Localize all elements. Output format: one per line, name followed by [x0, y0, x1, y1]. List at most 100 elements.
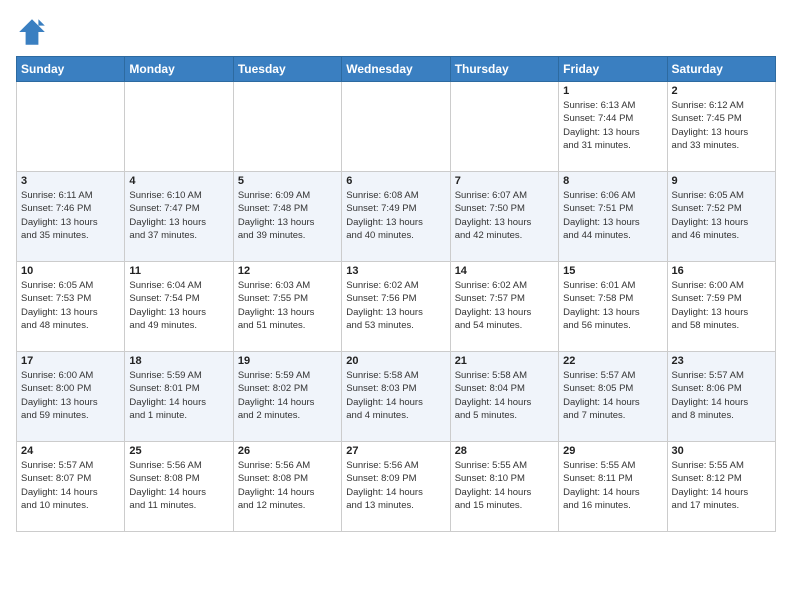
calendar-cell: 5 Sunrise: 6:09 AMSunset: 7:48 PMDaylight… [233, 172, 341, 262]
calendar-cell [233, 82, 341, 172]
calendar-cell: 14Sunrise: 6:02 AMSunset: 7:57 PMDayligh… [450, 262, 558, 352]
calendar-header-row: SundayMondayTuesdayWednesdayThursdayFrid… [17, 57, 776, 82]
calendar-cell: 24 Sunrise: 5:57 AMSunset: 8:07 PMDayligh… [17, 442, 125, 532]
day-number: 23 [672, 355, 771, 367]
header-tuesday: Tuesday [233, 57, 341, 82]
day-info: Sunrise: 5:58 AMSunset: 8:03 PMDaylight:… [346, 369, 445, 422]
day-number: 1 [563, 85, 662, 97]
header-monday: Monday [125, 57, 233, 82]
day-info: Sunrise: 5:58 AMSunset: 8:04 PMDaylight:… [455, 369, 554, 422]
day-number: 24 [21, 445, 120, 457]
calendar-cell: 4 Sunrise: 6:10 AMSunset: 7:47 PMDaylight… [125, 172, 233, 262]
day-info: Sunrise: 5:57 AMSunset: 8:07 PMDaylight:… [21, 459, 120, 512]
day-number: 26 [238, 445, 337, 457]
day-number: 3 [21, 175, 120, 187]
header-sunday: Sunday [17, 57, 125, 82]
calendar-cell: 17 Sunrise: 6:00 AMSunset: 8:00 PMDayligh… [17, 352, 125, 442]
calendar-cell: 2 Sunrise: 6:12 AMSunset: 7:45 PMDaylight… [667, 82, 775, 172]
day-number: 9 [672, 175, 771, 187]
day-number: 20 [346, 355, 445, 367]
day-info: Sunrise: 6:12 AMSunset: 7:45 PMDaylight:… [672, 99, 771, 152]
calendar-week-row: 10 Sunrise: 6:05 AMSunset: 7:53 PMDayligh… [17, 262, 776, 352]
day-info: Sunrise: 6:01 AMSunset: 7:58 PMDaylight:… [563, 279, 662, 332]
day-info: Sunrise: 6:06 AMSunset: 7:51 PMDaylight:… [563, 189, 662, 242]
day-info: Sunrise: 5:56 AMSunset: 8:08 PMDaylight:… [129, 459, 228, 512]
calendar-cell: 7Sunrise: 6:07 AMSunset: 7:50 PMDaylight… [450, 172, 558, 262]
calendar-cell: 16 Sunrise: 6:00 AMSunset: 7:59 PMDayligh… [667, 262, 775, 352]
day-number: 10 [21, 265, 120, 277]
day-info: Sunrise: 6:05 AMSunset: 7:52 PMDaylight:… [672, 189, 771, 242]
calendar-cell: 19 Sunrise: 5:59 AMSunset: 8:02 PMDayligh… [233, 352, 341, 442]
day-info: Sunrise: 6:09 AMSunset: 7:48 PMDaylight:… [238, 189, 337, 242]
calendar-cell: 6Sunrise: 6:08 AMSunset: 7:49 PMDaylight… [342, 172, 450, 262]
day-number: 27 [346, 445, 445, 457]
day-info: Sunrise: 5:57 AMSunset: 8:05 PMDaylight:… [563, 369, 662, 422]
day-number: 28 [455, 445, 554, 457]
calendar-cell: 22 Sunrise: 5:57 AMSunset: 8:05 PMDayligh… [559, 352, 667, 442]
calendar-cell: 30 Sunrise: 5:55 AMSunset: 8:12 PMDayligh… [667, 442, 775, 532]
day-number: 22 [563, 355, 662, 367]
logo-icon [16, 16, 48, 48]
calendar-cell [17, 82, 125, 172]
day-number: 29 [563, 445, 662, 457]
day-info: Sunrise: 6:13 AMSunset: 7:44 PMDaylight:… [563, 99, 662, 152]
logo [16, 16, 52, 48]
day-info: Sunrise: 6:00 AMSunset: 8:00 PMDaylight:… [21, 369, 120, 422]
calendar-cell: 12 Sunrise: 6:03 AMSunset: 7:55 PMDayligh… [233, 262, 341, 352]
calendar-cell [450, 82, 558, 172]
day-info: Sunrise: 6:04 AMSunset: 7:54 PMDaylight:… [129, 279, 228, 332]
day-number: 4 [129, 175, 228, 187]
day-info: Sunrise: 5:55 AMSunset: 8:10 PMDaylight:… [455, 459, 554, 512]
calendar-cell: 27 Sunrise: 5:56 AMSunset: 8:09 PMDayligh… [342, 442, 450, 532]
calendar-cell: 15 Sunrise: 6:01 AMSunset: 7:58 PMDayligh… [559, 262, 667, 352]
calendar-cell [342, 82, 450, 172]
day-number: 5 [238, 175, 337, 187]
calendar-table: SundayMondayTuesdayWednesdayThursdayFrid… [16, 56, 776, 532]
calendar-cell: 3 Sunrise: 6:11 AMSunset: 7:46 PMDaylight… [17, 172, 125, 262]
calendar-cell: 11 Sunrise: 6:04 AMSunset: 7:54 PMDayligh… [125, 262, 233, 352]
day-info: Sunrise: 5:56 AMSunset: 8:08 PMDaylight:… [238, 459, 337, 512]
header-friday: Friday [559, 57, 667, 82]
calendar-cell: 29 Sunrise: 5:55 AMSunset: 8:11 PMDayligh… [559, 442, 667, 532]
day-number: 11 [129, 265, 228, 277]
calendar-cell: 20 Sunrise: 5:58 AMSunset: 8:03 PMDayligh… [342, 352, 450, 442]
day-info: Sunrise: 5:59 AMSunset: 8:01 PMDaylight:… [129, 369, 228, 422]
calendar-cell: 21 Sunrise: 5:58 AMSunset: 8:04 PMDayligh… [450, 352, 558, 442]
day-info: Sunrise: 5:59 AMSunset: 8:02 PMDaylight:… [238, 369, 337, 422]
header-wednesday: Wednesday [342, 57, 450, 82]
calendar-cell [125, 82, 233, 172]
day-info: Sunrise: 6:11 AMSunset: 7:46 PMDaylight:… [21, 189, 120, 242]
calendar-week-row: 1 Sunrise: 6:13 AMSunset: 7:44 PMDaylight… [17, 82, 776, 172]
day-info: Sunrise: 5:56 AMSunset: 8:09 PMDaylight:… [346, 459, 445, 512]
calendar-cell: 28 Sunrise: 5:55 AMSunset: 8:10 PMDayligh… [450, 442, 558, 532]
day-number: 21 [455, 355, 554, 367]
day-number: 13 [346, 265, 445, 277]
day-info: Sunrise: 5:55 AMSunset: 8:11 PMDaylight:… [563, 459, 662, 512]
day-number: 8 [563, 175, 662, 187]
calendar-cell: 8 Sunrise: 6:06 AMSunset: 7:51 PMDaylight… [559, 172, 667, 262]
day-number: 16 [672, 265, 771, 277]
day-info: Sunrise: 5:55 AMSunset: 8:12 PMDaylight:… [672, 459, 771, 512]
day-info: Sunrise: 6:08 AMSunset: 7:49 PMDaylight:… [346, 189, 445, 242]
day-number: 15 [563, 265, 662, 277]
day-info: Sunrise: 6:02 AMSunset: 7:56 PMDaylight:… [346, 279, 445, 332]
day-info: Sunrise: 6:05 AMSunset: 7:53 PMDaylight:… [21, 279, 120, 332]
calendar-cell: 1 Sunrise: 6:13 AMSunset: 7:44 PMDaylight… [559, 82, 667, 172]
day-info: Sunrise: 5:57 AMSunset: 8:06 PMDaylight:… [672, 369, 771, 422]
day-number: 25 [129, 445, 228, 457]
calendar-week-row: 17 Sunrise: 6:00 AMSunset: 8:00 PMDayligh… [17, 352, 776, 442]
day-info: Sunrise: 6:00 AMSunset: 7:59 PMDaylight:… [672, 279, 771, 332]
calendar-cell: 9 Sunrise: 6:05 AMSunset: 7:52 PMDaylight… [667, 172, 775, 262]
day-number: 17 [21, 355, 120, 367]
page-header [16, 16, 776, 48]
day-info: Sunrise: 6:10 AMSunset: 7:47 PMDaylight:… [129, 189, 228, 242]
header-thursday: Thursday [450, 57, 558, 82]
day-number: 14 [455, 265, 554, 277]
day-number: 2 [672, 85, 771, 97]
day-info: Sunrise: 6:03 AMSunset: 7:55 PMDaylight:… [238, 279, 337, 332]
day-info: Sunrise: 6:07 AMSunset: 7:50 PMDaylight:… [455, 189, 554, 242]
day-number: 12 [238, 265, 337, 277]
calendar-cell: 13 Sunrise: 6:02 AMSunset: 7:56 PMDayligh… [342, 262, 450, 352]
day-number: 19 [238, 355, 337, 367]
day-number: 30 [672, 445, 771, 457]
